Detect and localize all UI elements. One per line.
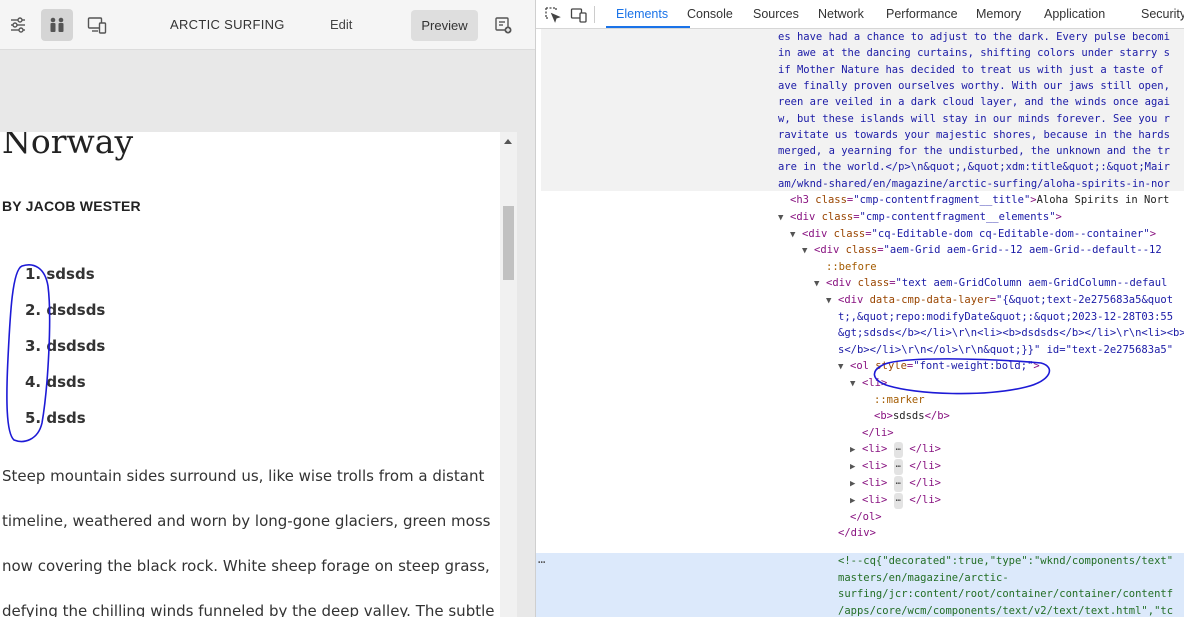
dom-node-marker-pseudo[interactable]: ::marker <box>874 392 925 408</box>
attribute-text-line: merged, a yearning for the undisturbed, … <box>778 145 1170 158</box>
list-item[interactable]: 4. dsds <box>25 370 105 406</box>
tab-sources[interactable]: Sources <box>753 7 799 21</box>
page-editor: ARCTIC SURFING Edit Preview Norway BY JA… <box>0 0 535 617</box>
dom-node-li-collapsed[interactable]: ▶ <li> ⋯ </li> <box>850 492 941 509</box>
dom-tree[interactable]: es have had a chance to adjust to the da… <box>536 29 1184 617</box>
attribute-text-line: s</b></li>\r\n</ol>\r\n&quot;}}" id="tex… <box>838 343 1174 356</box>
page-properties-button[interactable] <box>2 9 34 41</box>
dom-node-before-pseudo[interactable]: ::before <box>826 259 877 275</box>
comment-line: surfing/jcr:content/root/container/conta… <box>838 588 1174 600</box>
tab-network[interactable]: Network <box>818 7 864 21</box>
devtools-tab-bar: Elements Console Sources Network Perform… <box>536 0 1184 29</box>
mode-selector[interactable]: Edit <box>330 17 352 32</box>
more-options-icon[interactable]: ⋯ <box>538 555 545 569</box>
scrollbar-track[interactable] <box>500 132 517 617</box>
tab-application[interactable]: Application <box>1044 7 1105 21</box>
collapsed-content-icon[interactable]: ⋯ <box>893 476 904 492</box>
annotations-button[interactable] <box>41 9 73 41</box>
inspect-element-icon[interactable] <box>544 6 562 24</box>
device-toolbar-icon[interactable] <box>570 6 588 24</box>
attribute-text-line: ave finally proven ourselves worthy. Wit… <box>778 79 1170 92</box>
body-line: Steep mountain sides surround us, like w… <box>2 467 485 485</box>
body-line: now covering the black rock. White sheep… <box>2 557 490 575</box>
list-item[interactable]: 1. sdsds <box>25 262 105 298</box>
dom-node-h3[interactable]: <h3 class="cmp-contentfragment__title">A… <box>790 192 1169 208</box>
scroll-up-arrow-icon[interactable] <box>504 139 512 144</box>
page-info-button[interactable] <box>487 9 519 41</box>
collapsed-content-icon[interactable]: ⋯ <box>893 442 904 458</box>
attribute-text-line: es have had a chance to adjust to the da… <box>778 31 1170 43</box>
attribute-text-line: w, but these islands will stay in our mi… <box>778 112 1170 125</box>
comment-line: /apps/core/wcm/components/text/v2/text/t… <box>838 604 1174 617</box>
attribute-text-line: are in the world.</p>\n&quot;,&quot;xdm:… <box>778 161 1170 174</box>
tab-security[interactable]: Security <box>1141 7 1184 21</box>
tab-elements[interactable]: Elements <box>616 7 668 21</box>
attribute-text-line: reen are veiled in a dark cloud layer, a… <box>778 96 1170 109</box>
devtools-panel: Elements Console Sources Network Perform… <box>535 0 1184 617</box>
attribute-text-line: in awe at the dancing curtains, shifting… <box>778 47 1170 60</box>
active-tab-indicator <box>606 26 690 28</box>
page-content-frame: Norway BY JACOB WESTER 1. sdsds 2. dsdsd… <box>0 132 517 617</box>
tab-divider <box>594 6 595 23</box>
dom-node-li-collapsed[interactable]: ▶ <li> ⋯ </li> <box>850 458 941 475</box>
tab-memory[interactable]: Memory <box>976 7 1021 21</box>
list-item[interactable]: 3. dsdsds <box>25 334 105 370</box>
collapsed-content-icon[interactable]: ⋯ <box>893 459 904 475</box>
ordered-list[interactable]: 1. sdsds 2. dsdsds 3. dsdsds 4. dsds 5. … <box>25 262 105 442</box>
attribute-text-line: am/wknd-shared/en/magazine/arctic-surfin… <box>778 177 1170 190</box>
comment-line: <!--cq{"decorated":true,"type":"wknd/com… <box>838 555 1174 567</box>
preview-button[interactable]: Preview <box>411 10 478 41</box>
devices-icon <box>87 17 107 34</box>
list-item[interactable]: 5. dsds <box>25 406 105 442</box>
body-line: defying the chilling winds funneled by t… <box>2 602 495 617</box>
comment-line: masters/en/magazine/arctic- <box>838 571 1009 584</box>
dom-node-li-expanded[interactable]: ▼ <li> <box>850 375 887 391</box>
attribute-text-line: &gt;sdsds</b></li>\r\n<li><b>dsdsds</b><… <box>838 327 1184 339</box>
body-line: timeline, weathered and worn by long-gon… <box>2 512 491 530</box>
page-add-icon <box>495 17 512 34</box>
dom-node-grid-div[interactable]: ▼ <div class="aem-Grid aem-Grid--12 aem-G… <box>802 242 1168 258</box>
page-title: ARCTIC SURFING <box>170 17 285 32</box>
dom-node-editable-div[interactable]: ▼ <div class="cq-Editable-dom cq-Editable… <box>790 226 1156 242</box>
tab-console[interactable]: Console <box>687 7 733 21</box>
dom-node-li-collapsed[interactable]: ▶ <li> ⋯ </li> <box>850 441 941 458</box>
list-item[interactable]: 2. dsdsds <box>25 298 105 334</box>
emulator-button[interactable] <box>81 9 113 41</box>
article-title: Norway <box>2 132 134 161</box>
collapsed-content-icon[interactable]: ⋯ <box>893 493 904 509</box>
dom-node-ol[interactable]: ▼ <ol style="font-weight:bold;"> <box>838 358 1040 374</box>
dom-node-elements-div[interactable]: ▼ <div class="cmp-contentfragment__elemen… <box>778 209 1062 225</box>
dom-node-li-collapsed[interactable]: ▶ <li> ⋯ </li> <box>850 475 941 492</box>
dom-node-ol-close: </ol> <box>850 510 882 523</box>
dom-node-b[interactable]: <b>sdsds</b> <box>874 408 950 424</box>
dom-node-data-layer-div[interactable]: ▼ <div data-cmp-data-layer="{&quot;text-2… <box>826 292 1173 308</box>
settings-sliders-icon <box>11 17 25 33</box>
dom-node-text-div[interactable]: ▼ <div class="text aem-GridColumn aem-Gri… <box>814 275 1167 291</box>
scrollbar-thumb[interactable] <box>503 206 514 280</box>
attribute-text-line: t;,&quot;repo:modifyDate&quot;:&quot;202… <box>838 310 1174 323</box>
attribute-text-line: if Mother Nature has decided to treat us… <box>778 63 1164 76</box>
attribute-text-line: ravitate us towards your majestic shores… <box>778 128 1170 141</box>
dom-node-div-close: </div> <box>838 527 876 539</box>
people-icon <box>50 17 64 32</box>
dom-node-li-close: </li> <box>862 426 894 439</box>
tab-performance[interactable]: Performance <box>886 7 958 21</box>
article-byline: BY JACOB WESTER <box>2 198 141 214</box>
editor-toolbar: ARCTIC SURFING Edit Preview <box>0 0 535 50</box>
article-body[interactable]: Steep mountain sides surround us, like w… <box>2 454 500 617</box>
